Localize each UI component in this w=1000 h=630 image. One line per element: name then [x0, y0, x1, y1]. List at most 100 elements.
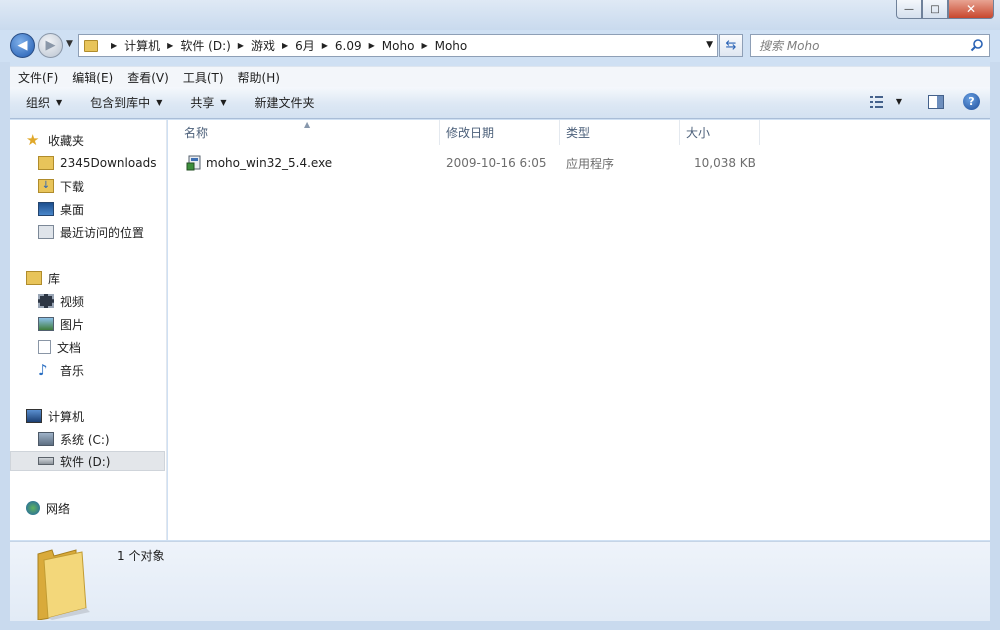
column-label: 类型 — [566, 126, 591, 140]
details-pane: 1 个对象 — [10, 541, 990, 621]
crumb-moho-parent[interactable]: Moho — [382, 39, 415, 53]
tree-item-desktop[interactable]: 桌面 — [38, 199, 84, 219]
tree-item-recent-places[interactable]: 最近访问的位置 — [38, 222, 144, 242]
library-icon — [26, 271, 42, 285]
crumb-6-09[interactable]: 6.09 — [335, 39, 362, 53]
tree-label: 收藏夹 — [48, 133, 85, 148]
view-controls: ▼ ? — [869, 93, 980, 110]
tree-item-pictures[interactable]: 图片 — [38, 314, 84, 334]
menu-tools[interactable]: 工具(T) — [175, 69, 230, 86]
tree-item-documents[interactable]: 文档 — [38, 337, 81, 357]
address-history-dropdown[interactable]: ▼ — [706, 40, 713, 50]
tree-label: 音乐 — [60, 363, 85, 378]
folder-icon — [84, 39, 98, 52]
column-name[interactable]: 名称 — [168, 120, 440, 145]
navigation-pane: ★ 收藏夹 2345Downloads ↓ 下载 桌面 最近访问的位置 库 视频… — [10, 120, 167, 540]
tree-item-drive-c[interactable]: 系统 (C:) — [38, 429, 110, 449]
search-box[interactable] — [750, 34, 990, 57]
computer-icon — [26, 409, 42, 423]
tree-item-videos[interactable]: 视频 — [38, 291, 84, 311]
maximize-button[interactable]: □ — [922, 0, 948, 19]
help-icon[interactable]: ? — [963, 93, 980, 110]
close-button[interactable]: ✕ — [948, 0, 994, 19]
refresh-button[interactable]: ⇆ — [719, 34, 743, 57]
tree-libraries[interactable]: 库 — [26, 268, 60, 288]
crumb-separator-icon[interactable]: ▶ — [111, 41, 117, 50]
download-folder-icon: ↓ — [38, 179, 54, 193]
tree-item-music[interactable]: ♪ 音乐 — [38, 360, 84, 380]
folder-icon — [38, 156, 54, 170]
picture-icon — [38, 317, 54, 331]
back-button[interactable]: ◀ — [10, 33, 35, 58]
desktop-icon — [38, 202, 54, 216]
menu-bar: 文件(F) 编辑(E) 查看(V) 工具(T) 帮助(H) — [10, 66, 990, 87]
search-icon[interactable] — [970, 38, 984, 52]
column-type[interactable]: 类型 — [560, 120, 680, 145]
crumb-separator-icon[interactable]: ▶ — [369, 41, 375, 50]
tree-item-drive-d[interactable]: 软件 (D:) — [10, 451, 165, 471]
file-name: moho_win32_5.4.exe — [206, 156, 333, 170]
search-input[interactable] — [759, 38, 959, 53]
chevron-down-icon: ▼ — [56, 98, 63, 107]
crumb-moho-current[interactable]: Moho — [435, 39, 468, 53]
window-border-left — [0, 62, 10, 630]
menu-help[interactable]: 帮助(H) — [230, 69, 286, 86]
tree-label: 库 — [48, 271, 61, 286]
menu-file[interactable]: 文件(F) — [10, 69, 64, 86]
forward-arrow-icon: ▶ — [45, 38, 56, 53]
column-date-modified[interactable]: 修改日期 — [440, 120, 560, 145]
window-border-bottom — [0, 621, 1000, 630]
crumb-separator-icon[interactable]: ▶ — [167, 41, 173, 50]
view-options-chevron-icon[interactable]: ▼ — [896, 97, 902, 106]
share-button[interactable]: 共享 ▼ — [174, 94, 238, 111]
tree-label: 图片 — [60, 317, 85, 332]
tree-computer[interactable]: 计算机 — [26, 406, 84, 426]
preview-pane-icon[interactable] — [928, 94, 944, 109]
tree-item-downloads[interactable]: ↓ 下载 — [38, 176, 84, 196]
minimize-button[interactable]: — — [896, 0, 922, 19]
folder-icon — [37, 549, 90, 620]
tree-label: 软件 (D:) — [60, 454, 111, 469]
tree-label: 桌面 — [60, 202, 85, 217]
crumb-separator-icon[interactable]: ▶ — [322, 41, 328, 50]
change-view-icon[interactable] — [869, 95, 888, 109]
chevron-down-icon: ▼ — [220, 98, 227, 107]
menu-edit[interactable]: 编辑(E) — [64, 69, 119, 86]
document-icon — [38, 340, 51, 354]
crumb-separator-icon[interactable]: ▶ — [238, 41, 244, 50]
tree-label: 系统 (C:) — [60, 432, 110, 447]
forward-button[interactable]: ▶ — [38, 33, 63, 58]
crumb-drive-d[interactable]: 软件 (D:) — [180, 37, 230, 54]
refresh-icon: ⇆ — [725, 38, 737, 53]
recent-pages-dropdown[interactable]: ▼ — [66, 39, 73, 49]
recent-places-icon — [38, 225, 54, 239]
star-icon: ★ — [26, 131, 40, 149]
tree-favorites[interactable]: ★ 收藏夹 — [26, 130, 84, 150]
organize-button[interactable]: 组织 ▼ — [10, 94, 74, 111]
include-in-library-button[interactable]: 包含到库中 ▼ — [74, 94, 174, 111]
item-count: 1 个对象 — [117, 549, 165, 563]
crumb-computer[interactable]: 计算机 — [124, 37, 160, 54]
file-row[interactable]: moho_win32_5.4.exe 2009-10-16 6:05 应用程序 … — [168, 153, 768, 173]
new-folder-button[interactable]: 新建文件夹 — [239, 94, 327, 111]
command-bar: 组织 ▼ 包含到库中 ▼ 共享 ▼ 新建文件夹 ▼ ? — [10, 87, 990, 119]
column-label: 名称 — [184, 126, 209, 140]
menu-view[interactable]: 查看(V) — [119, 69, 175, 86]
column-size[interactable]: 大小 — [680, 120, 760, 145]
tree-label: 2345Downloads — [60, 156, 157, 170]
window-controls: — □ ✕ — [896, 0, 994, 19]
back-arrow-icon: ◀ — [17, 38, 28, 53]
tree-item-2345downloads[interactable]: 2345Downloads — [38, 153, 156, 173]
file-name-cell[interactable]: moho_win32_5.4.exe — [186, 153, 332, 173]
title-bar: — □ ✕ — [0, 0, 1000, 30]
crumb-separator-icon[interactable]: ▶ — [421, 41, 427, 50]
crumb-june[interactable]: 6月 — [295, 37, 315, 54]
organize-label: 组织 — [26, 96, 51, 110]
tree-network[interactable]: 网络 — [26, 498, 70, 518]
crumb-games[interactable]: 游戏 — [251, 37, 275, 54]
address-bar[interactable]: ▶ 计算机 ▶ 软件 (D:) ▶ 游戏 ▶ 6月 ▶ 6.09 ▶ Moho … — [78, 34, 718, 57]
crumb-separator-icon[interactable]: ▶ — [282, 41, 288, 50]
share-label: 共享 — [190, 96, 215, 110]
tree-label: 视频 — [60, 294, 85, 309]
music-note-icon: ♪ — [38, 361, 48, 379]
